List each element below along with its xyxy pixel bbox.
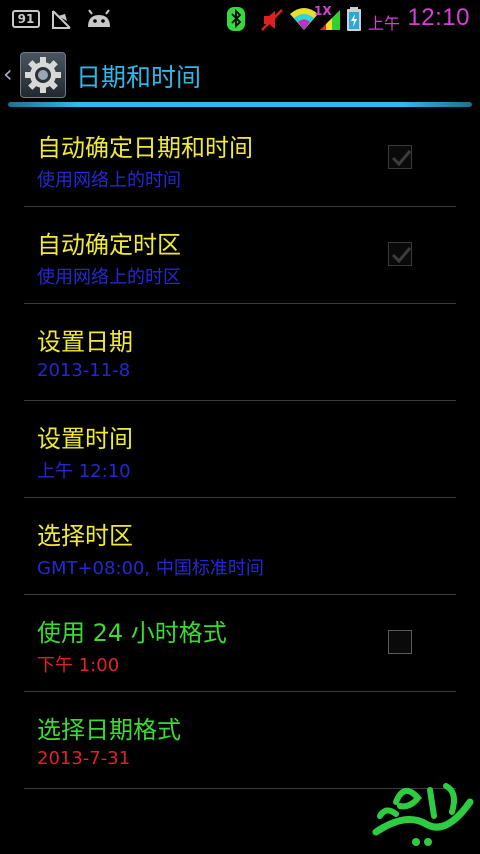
setting-summary: 使用网络上的时间 xyxy=(37,170,181,191)
bluetooth-icon xyxy=(227,7,245,31)
setting-summary: 2013-7-31 xyxy=(37,748,131,769)
usb-debug-icon xyxy=(52,10,71,29)
back-chevron-icon[interactable]: ‹ xyxy=(3,60,13,88)
setting-auto-datetime[interactable]: 自动确定日期和时间 使用网络上的时间 xyxy=(24,110,456,207)
mute-icon xyxy=(261,9,283,31)
auto-timezone-checkbox[interactable] xyxy=(388,242,412,266)
settings-list: 自动确定日期和时间 使用网络上的时间 自动确定时区 使用网络上的时区 设置日期 … xyxy=(24,110,456,789)
24-hour-format-checkbox[interactable] xyxy=(388,630,412,654)
setting-title: 自动确定时区 xyxy=(37,231,181,259)
setting-set-date[interactable]: 设置日期 2013-11-8 xyxy=(24,304,456,401)
battery-charging-icon xyxy=(347,7,361,31)
action-bar-divider xyxy=(8,102,472,107)
signal-icon xyxy=(320,10,340,30)
status-ampm: 上午 xyxy=(367,14,400,33)
setting-auto-timezone[interactable]: 自动确定时区 使用网络上的时区 xyxy=(24,207,456,304)
settings-gear-icon[interactable] xyxy=(20,52,66,98)
setting-summary: 2013-11-8 xyxy=(37,360,131,381)
page-title: 日期和时间 xyxy=(76,63,202,92)
status-bar: 91 1X 上午 12:10 xyxy=(0,0,480,38)
notification-badge-icon: 91 xyxy=(12,10,40,28)
setting-timezone[interactable]: 选择时区 GMT+08:00, 中国标准时间 xyxy=(24,498,456,595)
setting-title: 使用 24 小时格式 xyxy=(37,619,227,647)
setting-set-time[interactable]: 设置时间 上午 12:10 xyxy=(24,401,456,498)
setting-summary: 下午 1:00 xyxy=(37,655,120,676)
setting-title: 选择日期格式 xyxy=(37,716,181,744)
setting-summary: 使用网络上的时区 xyxy=(37,267,181,288)
auto-datetime-checkbox[interactable] xyxy=(388,145,412,169)
setting-summary: GMT+08:00, 中国标准时间 xyxy=(37,558,264,579)
android-icon xyxy=(88,9,110,27)
watermark-logo xyxy=(372,783,474,846)
setting-title: 选择时区 xyxy=(37,522,133,550)
action-bar: ‹ 日期和时间 xyxy=(0,38,480,108)
setting-summary: 上午 12:10 xyxy=(37,461,131,482)
status-time: 12:10 xyxy=(407,4,470,31)
setting-title: 自动确定日期和时间 xyxy=(37,134,253,162)
setting-24-hour-format[interactable]: 使用 24 小时格式 下午 1:00 xyxy=(24,595,456,692)
setting-title: 设置日期 xyxy=(37,328,133,356)
setting-title: 设置时间 xyxy=(37,425,133,453)
